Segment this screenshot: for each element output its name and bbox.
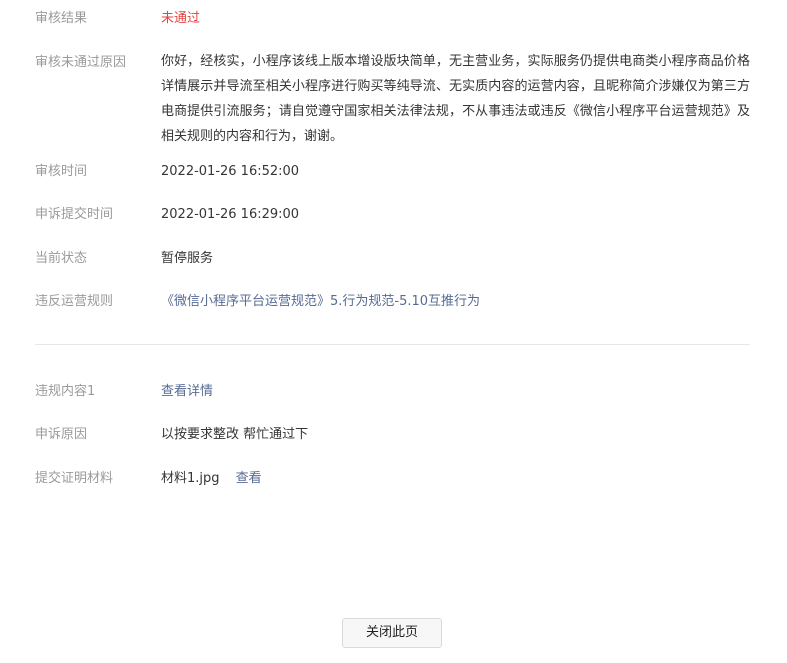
review-reason-label: 审核未通过原因 [35,55,127,70]
status-label: 当前状态 [35,251,88,266]
appeal-reason-value: 以按要求整改 帮忙通过下 [161,427,309,442]
review-reason-value: 你好，经核实，小程序该线上版本增设版块简单，无主营业务，实际服务仍提供电商类小程… [161,54,750,144]
appeal-reason-label: 申诉原因 [35,427,88,442]
review-result-value: 未通过 [161,11,201,26]
rule-link[interactable]: 《微信小程序平台运营规范》5.行为规范-5.10互推行为 [161,291,750,313]
material-label: 提交证明材料 [35,471,114,486]
review-result-label: 审核结果 [35,11,88,26]
review-time-value: 2022-01-26 16:52:00 [161,164,300,179]
close-page-button[interactable]: 关闭此页 [342,618,442,648]
view-material-link[interactable]: 查看 [236,471,262,486]
violation-content-label: 违规内容1 [35,384,96,399]
material-value: 材料1.jpg 查看 [161,468,750,490]
section-divider [35,344,750,345]
appeal-time-value: 2022-01-26 16:29:00 [161,207,300,222]
review-time-label: 审核时间 [35,164,88,179]
view-details-link[interactable]: 查看详情 [161,381,750,403]
rule-label: 违反运营规则 [35,294,114,309]
material-file-name: 材料1.jpg [161,471,220,486]
status-value: 暂停服务 [161,251,214,266]
appeal-time-label: 申诉提交时间 [35,207,114,222]
